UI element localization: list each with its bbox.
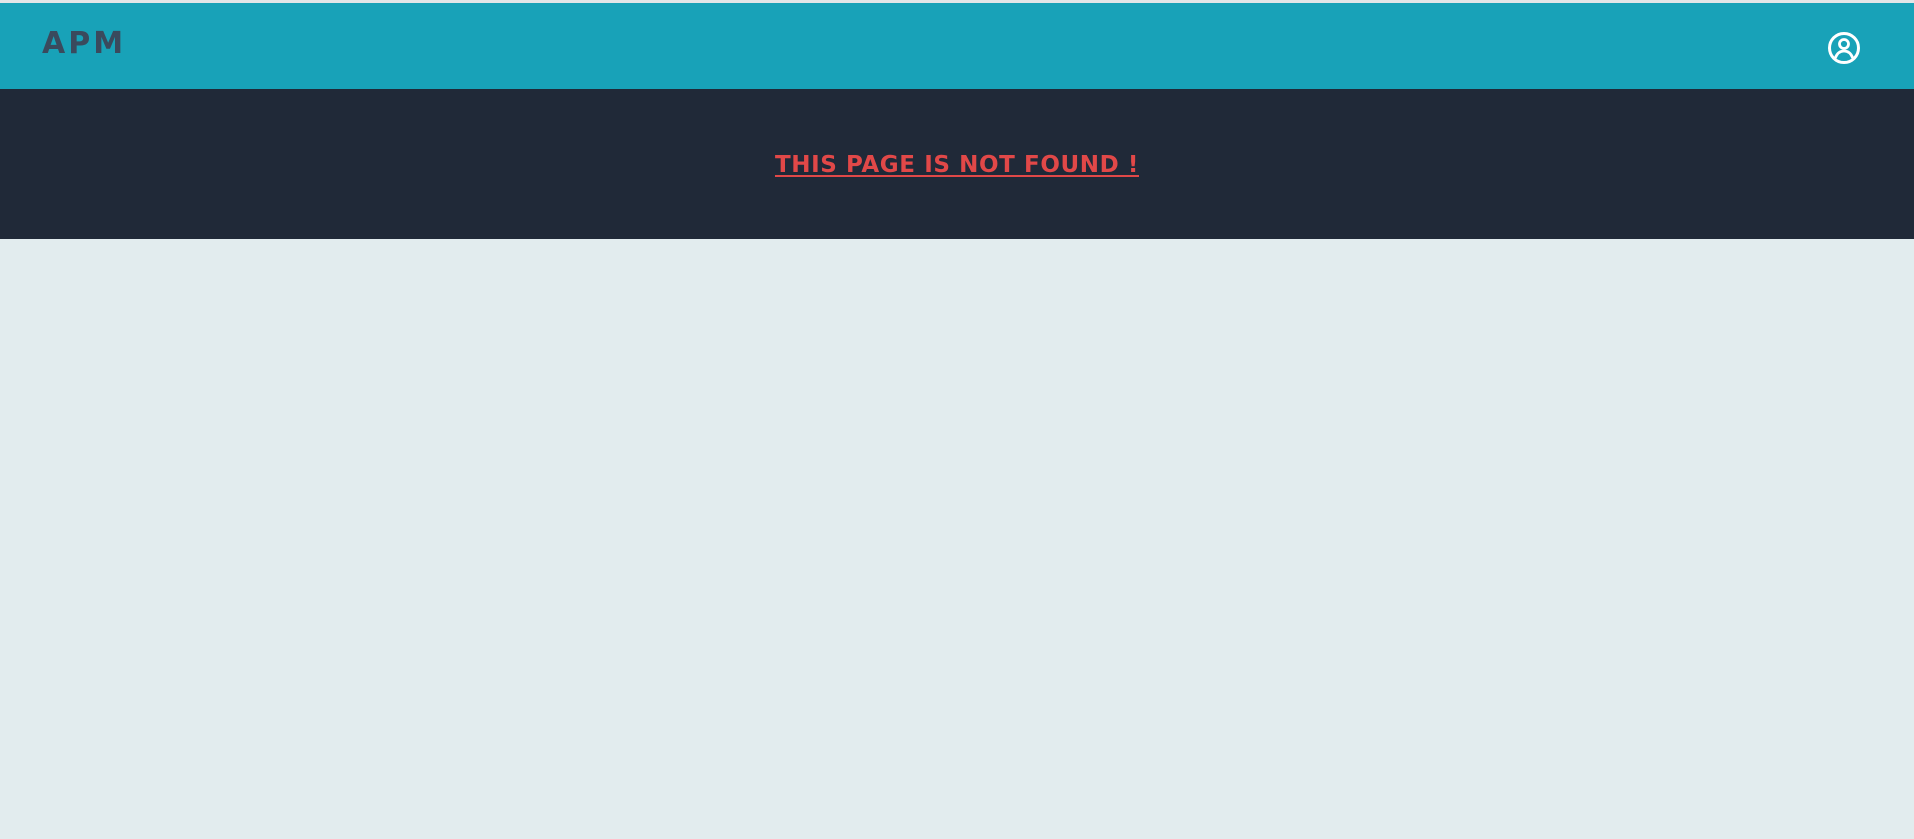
brand-logo[interactable]: APM	[42, 29, 126, 59]
content-area	[0, 239, 1914, 839]
account-button[interactable]	[1826, 30, 1862, 66]
app-header: APM	[0, 3, 1914, 89]
not-found-message: THIS PAGE IS NOT FOUND !	[774, 151, 1139, 178]
not-found-banner: THIS PAGE IS NOT FOUND !	[0, 89, 1914, 239]
page: APM THIS PAGE IS NOT FOUND !	[0, 0, 1914, 839]
user-circle-icon	[1828, 32, 1860, 64]
